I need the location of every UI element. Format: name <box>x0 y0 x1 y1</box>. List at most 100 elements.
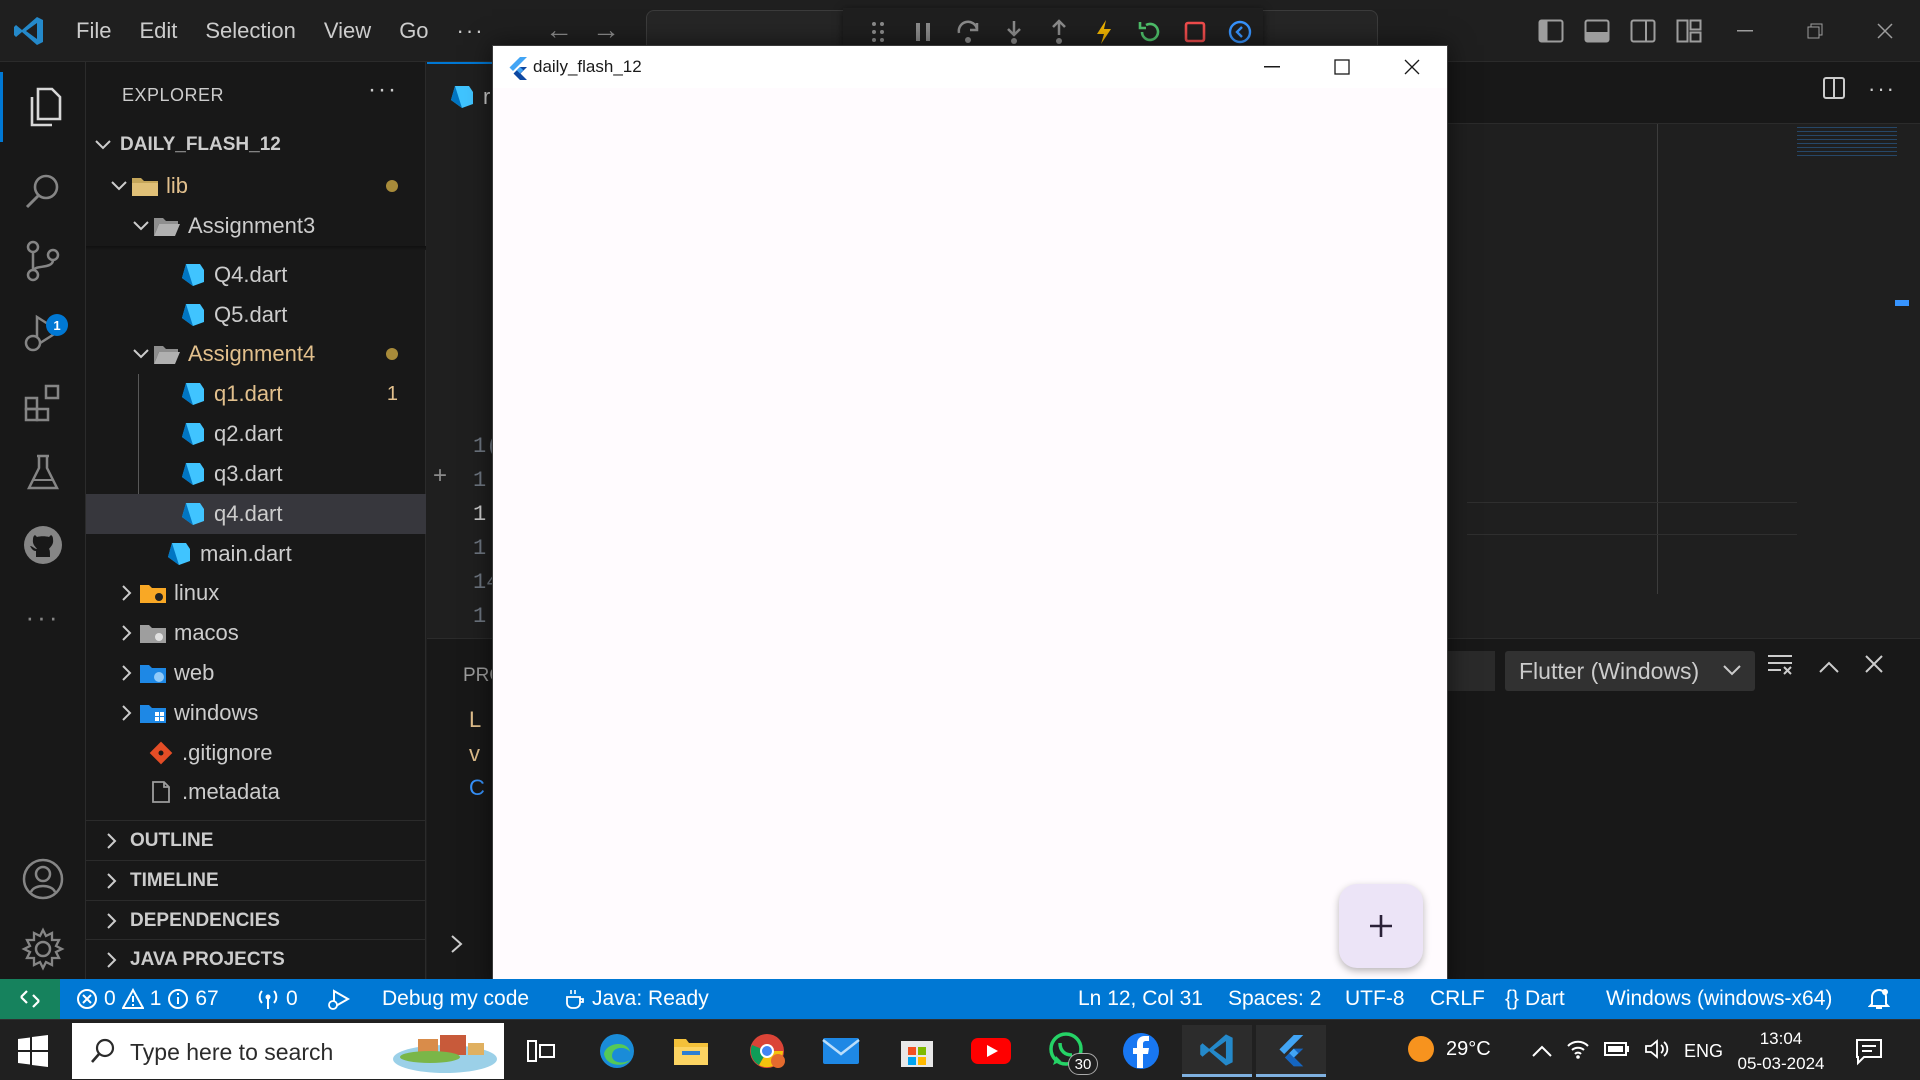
extensions-icon[interactable] <box>0 368 86 438</box>
minimize-icon[interactable] <box>1237 46 1307 88</box>
section-timeline[interactable]: TIMELINE <box>86 860 426 900</box>
toggle-secondary-sidebar-icon[interactable] <box>1620 14 1666 48</box>
chrome-icon[interactable] <box>732 1025 802 1077</box>
accounts-icon[interactable] <box>0 844 86 914</box>
menu-selection[interactable]: Selection <box>191 18 310 44</box>
forward-arrow-icon[interactable]: → <box>592 14 620 46</box>
output-channel-select[interactable]: Flutter (Windows) <box>1505 651 1755 691</box>
youtube-icon[interactable] <box>956 1025 1026 1077</box>
toggle-primary-sidebar-icon[interactable] <box>1528 14 1574 48</box>
restore-icon[interactable] <box>1780 0 1850 62</box>
mail-icon[interactable] <box>806 1025 876 1077</box>
menu-edit[interactable]: Edit <box>125 18 191 44</box>
section-outline[interactable]: OUTLINE <box>86 820 426 860</box>
microsoft-store-icon[interactable] <box>882 1025 952 1077</box>
input-language[interactable]: ENG <box>1684 1041 1723 1062</box>
notifications-bell-icon[interactable] <box>1868 979 1890 1019</box>
weather-widget[interactable]: 29°C <box>1406 1034 1491 1064</box>
search-icon[interactable] <box>0 156 86 226</box>
panel-actions <box>1767 653 1883 681</box>
remote-indicator-icon[interactable] <box>0 979 60 1019</box>
tree-file-metadata[interactable]: .metadata <box>86 772 426 812</box>
tree-label: web <box>174 660 215 685</box>
encoding-status[interactable]: UTF-8 <box>1345 979 1405 1019</box>
action-center-icon[interactable] <box>1854 1036 1884 1066</box>
debug-status-icon[interactable] <box>326 979 352 1019</box>
testing-icon[interactable] <box>0 438 86 508</box>
menu-go[interactable]: Go <box>385 18 442 44</box>
chevron-right-icon[interactable] <box>451 933 463 959</box>
windows-start-icon[interactable] <box>16 1034 50 1068</box>
flutter-window-titlebar[interactable]: daily_flash_12 <box>493 46 1447 88</box>
indentation-status[interactable]: Spaces: 2 <box>1228 979 1321 1019</box>
taskbar-search-box[interactable]: Type here to search <box>72 1023 504 1079</box>
tree-file-q3[interactable]: q3.dart <box>86 454 426 494</box>
eol-status[interactable]: CRLF <box>1430 979 1485 1019</box>
maximize-icon[interactable] <box>1307 46 1377 88</box>
cursor-position[interactable]: Ln 12, Col 31 <box>1078 979 1203 1019</box>
section-dependencies[interactable]: DEPENDENCIES <box>86 900 426 940</box>
github-icon[interactable] <box>0 510 86 580</box>
file-explorer-icon[interactable] <box>656 1025 726 1077</box>
minimap[interactable] <box>1797 127 1897 157</box>
whatsapp-icon[interactable]: 30 <box>1032 1025 1102 1077</box>
floating-action-button[interactable] <box>1339 884 1423 968</box>
flutter-app-taskbar-icon[interactable] <box>1256 1025 1326 1077</box>
tree-folder-assignment3[interactable]: Assignment3 <box>86 206 426 246</box>
tree-file-q4-selected[interactable]: q4.dart <box>86 494 426 534</box>
folder-open-icon <box>152 340 182 368</box>
debug-mode-status[interactable]: Debug my code <box>382 979 529 1019</box>
tree-folder-assignment4[interactable]: Assignment4 <box>86 334 426 374</box>
add-icon[interactable]: + <box>433 462 447 490</box>
tree-file-q1[interactable]: q1.dart 1 <box>86 374 426 414</box>
run-debug-icon[interactable]: 1 <box>0 298 86 368</box>
tree-file-q5-upper[interactable]: Q5.dart <box>86 295 426 335</box>
workspace-root[interactable]: DAILY_FLASH_12 <box>86 125 426 165</box>
section-java-projects[interactable]: JAVA PROJECTS <box>86 939 426 979</box>
tree-folder-lib[interactable]: lib <box>86 166 426 206</box>
wifi-icon[interactable] <box>1566 1038 1590 1065</box>
tree-folder-windows[interactable]: windows <box>86 693 426 733</box>
tree-folder-web[interactable]: web <box>86 653 426 693</box>
more-views-icon[interactable]: ··· <box>0 582 86 652</box>
tree-file-q4-upper[interactable]: Q4.dart <box>86 255 426 295</box>
task-view-icon[interactable] <box>506 1025 576 1077</box>
edge-browser-icon[interactable] <box>582 1025 652 1077</box>
search-highlight-illustration <box>393 1035 497 1073</box>
menu-file[interactable]: File <box>62 18 125 44</box>
close-panel-icon[interactable] <box>1865 653 1883 681</box>
battery-icon[interactable] <box>1604 1040 1630 1063</box>
tree-label: q3.dart <box>214 461 283 486</box>
vscode-taskbar-icon[interactable] <box>1182 1025 1252 1077</box>
menu-more[interactable]: ··· <box>443 18 499 44</box>
source-control-icon[interactable] <box>0 226 86 296</box>
split-editor-icon[interactable] <box>1822 76 1846 106</box>
tree-file-q2[interactable]: q2.dart <box>86 414 426 454</box>
java-status[interactable]: Java: Ready <box>564 979 709 1019</box>
sidebar-more-actions[interactable]: ··· <box>368 76 398 104</box>
tree-folder-macos[interactable]: macos <box>86 613 426 653</box>
clock[interactable]: 13:04 05-03-2024 <box>1726 1026 1836 1076</box>
minimize-icon[interactable] <box>1710 0 1780 62</box>
maximize-panel-icon[interactable] <box>1819 653 1839 681</box>
close-icon[interactable] <box>1377 46 1447 88</box>
clear-output-icon[interactable] <box>1767 653 1793 681</box>
ports-status[interactable]: 0 <box>256 979 298 1019</box>
toggle-panel-icon[interactable] <box>1574 14 1620 48</box>
explorer-icon[interactable] <box>0 72 86 142</box>
close-icon[interactable] <box>1850 0 1920 62</box>
chevron-up-icon[interactable] <box>1532 1041 1552 1062</box>
speaker-icon[interactable] <box>1644 1038 1670 1065</box>
tree-file-gitignore[interactable]: .gitignore <box>86 733 426 773</box>
customize-layout-icon[interactable] <box>1666 14 1712 48</box>
tree-folder-linux[interactable]: linux <box>86 573 426 613</box>
menu-view[interactable]: View <box>310 18 385 44</box>
back-arrow-icon[interactable]: ← <box>545 14 573 46</box>
facebook-icon[interactable] <box>1106 1025 1176 1077</box>
editor-more-icon[interactable]: ··· <box>1868 76 1896 106</box>
tree-file-main[interactable]: main.dart <box>86 534 426 574</box>
device-status[interactable]: Windows (windows-x64) <box>1606 979 1832 1019</box>
problems-status[interactable]: 0 1 67 <box>76 979 219 1019</box>
language-mode-status[interactable]: {} Dart <box>1505 979 1565 1019</box>
settings-gear-icon[interactable] <box>0 914 86 984</box>
